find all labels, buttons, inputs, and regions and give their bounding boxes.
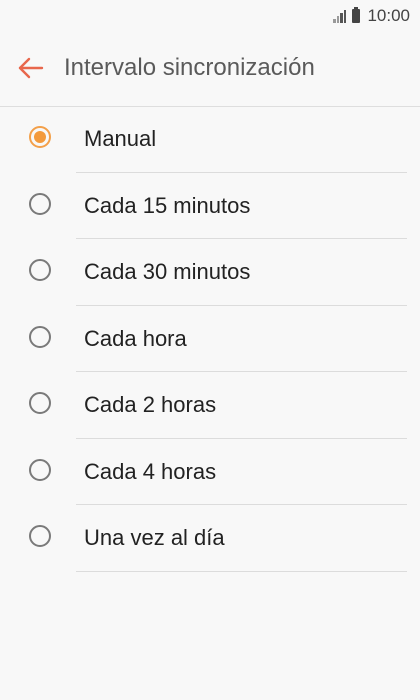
option-label: Cada 4 horas bbox=[84, 458, 217, 484]
battery-icon bbox=[352, 7, 361, 23]
option-label: Cada 15 minutos bbox=[84, 192, 251, 218]
divider bbox=[76, 570, 407, 572]
radio-button[interactable] bbox=[29, 192, 51, 215]
option-label: Cada 30 minutos bbox=[84, 259, 251, 284]
option-every-4-hours[interactable]: Cada 4 horas bbox=[0, 439, 420, 505]
screen: 10:00 Intervalo sincronización Manual Ca… bbox=[0, 0, 420, 700]
radio-button[interactable] bbox=[29, 458, 51, 481]
radio-button-selected[interactable] bbox=[29, 126, 51, 148]
option-every-15-minutes[interactable]: Cada 15 minutos bbox=[0, 173, 420, 239]
app-header: Intervalo sincronización bbox=[0, 32, 420, 107]
option-label: Una vez al día bbox=[84, 525, 225, 550]
page-title: Intervalo sincronización bbox=[64, 54, 315, 81]
sync-interval-options: Manual Cada 15 minutos Cada 30 minutos C… bbox=[0, 106, 420, 572]
option-once-a-day[interactable]: Una vez al día bbox=[0, 505, 420, 572]
option-manual[interactable]: Manual bbox=[0, 106, 420, 173]
option-every-2-hours[interactable]: Cada 2 horas bbox=[0, 372, 420, 439]
status-indicators: 10:00 bbox=[333, 6, 410, 26]
signal-icon bbox=[333, 9, 347, 23]
option-label: Manual bbox=[84, 126, 157, 151]
radio-button[interactable] bbox=[29, 392, 51, 414]
option-every-30-minutes[interactable]: Cada 30 minutos bbox=[0, 239, 420, 306]
option-label: Cada hora bbox=[84, 325, 187, 351]
option-every-hour[interactable]: Cada hora bbox=[0, 306, 420, 372]
radio-button[interactable] bbox=[29, 325, 51, 348]
radio-button[interactable] bbox=[29, 259, 51, 281]
status-bar: 10:00 bbox=[0, 0, 420, 32]
option-label: Cada 2 horas bbox=[84, 392, 217, 417]
back-arrow-icon[interactable] bbox=[17, 56, 45, 80]
status-time: 10:00 bbox=[367, 6, 410, 25]
radio-button[interactable] bbox=[29, 525, 51, 547]
